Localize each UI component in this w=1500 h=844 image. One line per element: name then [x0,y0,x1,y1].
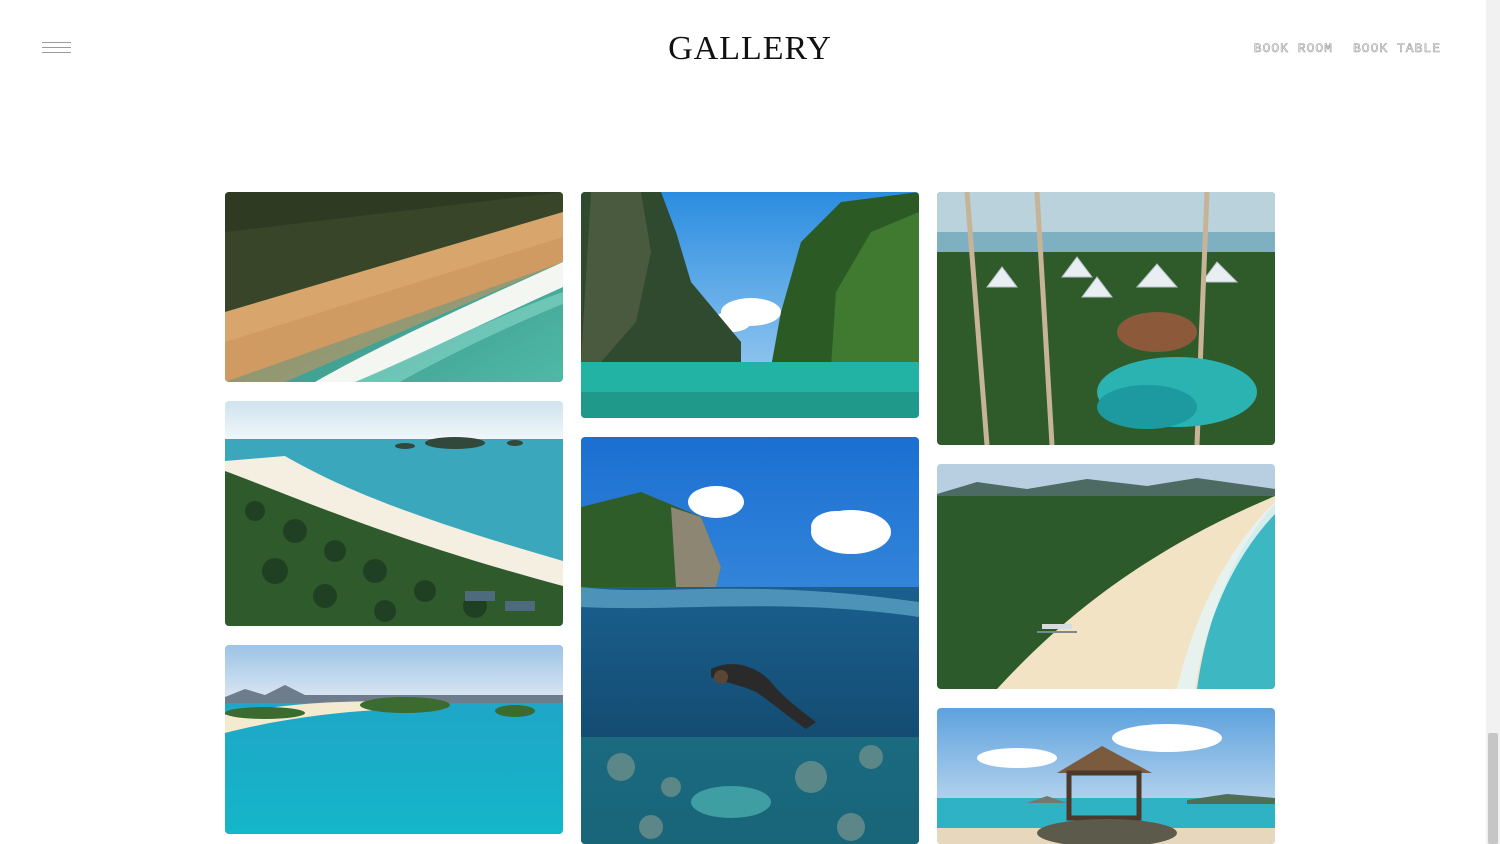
scrollbar-thumb[interactable] [1488,733,1498,844]
gallery-photo-snorkeler[interactable] [581,437,919,844]
gallery-photo-beach-gazebo[interactable] [937,708,1275,844]
header-nav: BOOK ROOM BOOK TABLE [1253,41,1441,57]
book-room-link[interactable]: BOOK ROOM [1253,41,1333,57]
gallery-photo-turquoise-bay[interactable] [225,645,563,834]
gallery-photo-palm-beach[interactable] [225,401,563,626]
page-scrollbar[interactable] [1486,0,1500,844]
gallery-photo-aerial-beach[interactable] [225,192,563,382]
book-table-link[interactable]: BOOK TABLE [1353,41,1441,57]
gallery-photo-resort-tents[interactable] [937,192,1275,445]
gallery-photo-lagoon-cliffs[interactable] [581,192,919,418]
gallery-photo-long-beach[interactable] [937,464,1275,689]
